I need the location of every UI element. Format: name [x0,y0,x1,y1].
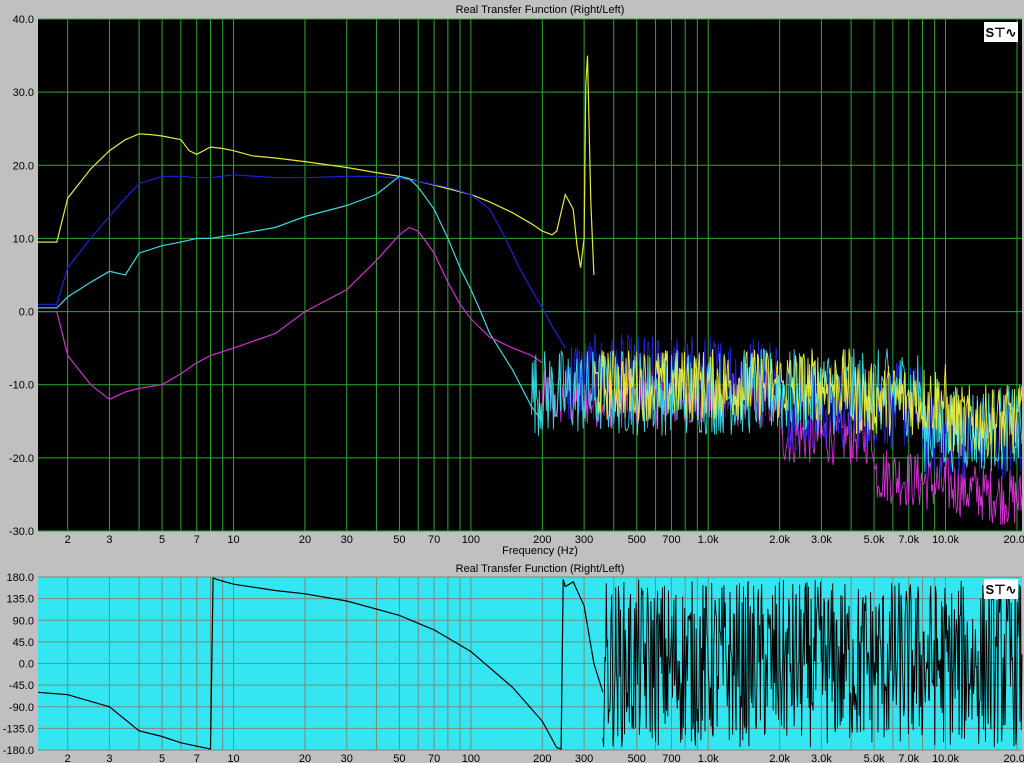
x-tick-label: 20.0k [1004,753,1024,763]
x-tick-label: 1.0k [698,534,719,546]
x-tick-label: 70 [428,753,440,763]
x-tick-label: 5.0k [864,534,885,546]
y-tick-label: 135.0 [6,594,34,606]
x-tick-label: 3 [106,753,112,763]
x-tick-label: 700 [662,753,680,763]
x-tick-label: 50 [393,534,405,546]
magnitude-chart: Real Transfer Function (Right/Left) 40.0… [0,0,1024,560]
x-tick-label: 30 [341,534,353,546]
chart-title: Real Transfer Function (Right/Left) [456,4,625,16]
x-tick-label: 2 [65,753,71,763]
x-tick-label: 5 [159,753,165,763]
x-tick-label: 500 [628,753,646,763]
y-tick-label: -10.0 [9,380,34,392]
x-axis-label: Frequency (Hz) [502,545,578,557]
y-tick-label: -135.0 [3,723,34,735]
x-tick-label: 5.0k [864,753,885,763]
y-tick-label: 30.0 [13,87,34,99]
y-tick-label: -90.0 [9,702,34,714]
y-tick-label: 0.0 [19,307,34,319]
x-tick-label: 7.0k [898,753,919,763]
x-tick-label: 10.0k [932,753,959,763]
x-tick-label: 3.0k [811,753,832,763]
y-tick-label: 10.0 [13,233,34,245]
x-tick-label: 2.0k [769,753,790,763]
x-tick-label: 300 [575,753,593,763]
x-tick-label: 7 [194,753,200,763]
y-tick-label: 40.0 [13,14,34,26]
phase-chart: Real Transfer Function (Right/Left) 180.… [0,560,1024,763]
y-tick-label: 45.0 [13,637,34,649]
x-tick-label: 10.0k [932,534,959,546]
x-tick-label: 200 [533,753,551,763]
y-tick-label: -20.0 [9,453,34,465]
x-tick-label: 3.0k [811,534,832,546]
y-tick-label: -45.0 [9,680,34,692]
y-tick-label: 90.0 [13,615,34,627]
x-tick-label: 5 [159,534,165,546]
x-tick-label: 3 [106,534,112,546]
y-tick-label: -180.0 [3,745,34,757]
y-tick-label: 0.0 [19,659,34,671]
spectrum-toggle-icon[interactable]: S⊤∿ [984,579,1018,599]
x-tick-label: 100 [462,534,480,546]
chart-title: Real Transfer Function (Right/Left) [456,563,625,575]
y-tick-label: 180.0 [6,572,34,584]
x-tick-label: 30 [341,753,353,763]
x-tick-label: 70 [428,534,440,546]
analyzer-window: Real Transfer Function (Right/Left) 40.0… [0,0,1024,763]
x-tick-label: 500 [628,534,646,546]
x-tick-label: 7.0k [898,534,919,546]
x-tick-label: 10 [227,534,239,546]
y-tick-label: -30.0 [9,526,34,538]
x-tick-label: 50 [393,753,405,763]
x-tick-label: 20.0k [1004,534,1024,546]
x-tick-label: 2.0k [769,534,790,546]
spectrum-toggle-icon[interactable]: S⊤∿ [984,22,1018,42]
x-tick-label: 7 [194,534,200,546]
x-tick-label: 700 [662,534,680,546]
x-tick-label: 20 [299,753,311,763]
icon-glyph: S⊤∿ [986,25,1017,40]
x-tick-label: 10 [227,753,239,763]
y-tick-label: 20.0 [13,160,34,172]
x-tick-label: 100 [462,753,480,763]
x-tick-label: 2 [65,534,71,546]
icon-glyph: S⊤∿ [986,582,1017,597]
x-tick-label: 1.0k [698,753,719,763]
x-tick-label: 20 [299,534,311,546]
